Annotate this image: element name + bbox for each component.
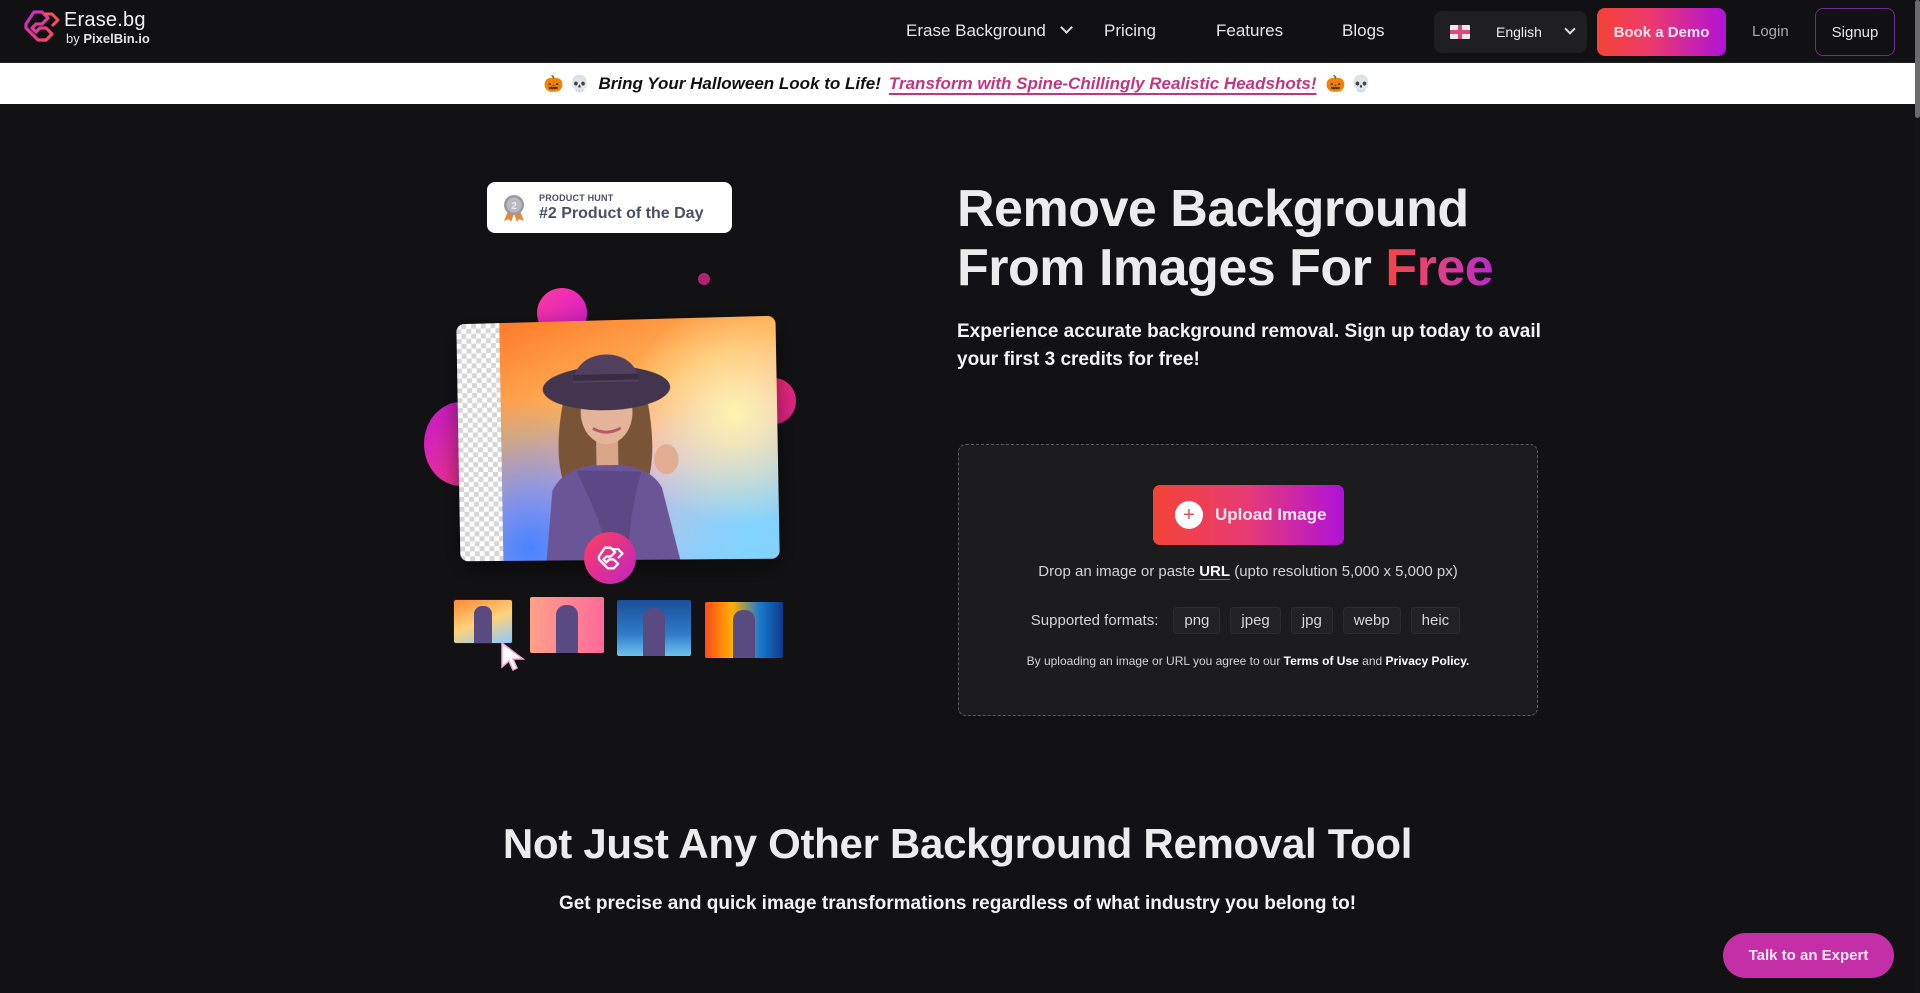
hero-title-line1: Remove Background — [957, 180, 1469, 238]
pumpkin-icon: 🎃 — [543, 75, 564, 93]
plus-icon: + — [1175, 501, 1203, 529]
legal-notice: By uploading an image or URL you agree t… — [1026, 654, 1470, 668]
product-hunt-label: PRODUCT HUNT — [539, 192, 614, 203]
chevron-down-icon — [1564, 23, 1576, 35]
section-subtitle: Get precise and quick image transformati… — [558, 893, 1357, 914]
medal-number: 2 — [511, 201, 517, 212]
background-option-thumbnail[interactable] — [617, 600, 691, 656]
signup-button[interactable]: Signup — [1815, 8, 1895, 56]
product-hunt-badge[interactable]: 2 PRODUCT HUNT #2 Product of the Day — [487, 182, 732, 233]
language-label: English — [1496, 24, 1542, 40]
promo-banner: 🎃 💀 Bring Your Halloween Look to Life! T… — [0, 63, 1915, 104]
nav-features[interactable]: Features — [1216, 21, 1283, 41]
nav-erase-background[interactable]: Erase Background — [906, 21, 1073, 41]
medal-icon: 2 — [504, 194, 524, 222]
product-hunt-rank: #2 Product of the Day — [539, 204, 704, 222]
hero-title-highlight: Free — [1385, 239, 1494, 297]
upload-image-label: Upload Image — [1215, 505, 1327, 524]
cursor-pointer-icon — [501, 641, 526, 671]
logo-subtitle: by PixelBin.io — [66, 31, 150, 46]
format-chip: png — [1173, 607, 1221, 634]
scrollbar-thumb[interactable] — [1915, 0, 1920, 118]
skull-icon: 💀 — [1351, 75, 1372, 93]
section-title: Not Just Any Other Background Removal To… — [502, 820, 1413, 867]
supported-formats: Supported formats: png jpeg jpg webp hei… — [959, 607, 1537, 634]
woman-in-hat-illustration — [542, 353, 681, 561]
hero-title-line2: From Images For — [957, 239, 1386, 297]
hero-subtitle: Experience accurate background removal. … — [957, 321, 1541, 370]
banner-headshots-link[interactable]: Transform with Spine-Chillingly Realisti… — [889, 74, 1317, 94]
hero-demo-image — [456, 315, 780, 562]
format-chip: heic — [1410, 607, 1461, 634]
nav-erase-background-label: Erase Background — [906, 21, 1046, 40]
language-selector[interactable]: English — [1434, 11, 1587, 53]
format-chip: webp — [1342, 607, 1401, 634]
skull-icon: 💀 — [569, 75, 590, 93]
banner-text: Bring Your Halloween Look to Life! — [598, 73, 881, 93]
upload-dropzone[interactable]: + Upload Image Drop an image or paste UR… — [958, 444, 1538, 716]
erase-bg-logo-icon — [597, 546, 624, 570]
drop-instructions: Drop an image or paste URL (upto resolut… — [1038, 563, 1458, 580]
top-navbar: Erase.bg by PixelBin.io Erase Background… — [0, 0, 1915, 63]
background-option-thumbnail[interactable] — [454, 600, 512, 643]
format-chip: jpg — [1290, 607, 1333, 634]
upload-image-button[interactable]: + Upload Image — [1153, 485, 1344, 545]
login-link[interactable]: Login — [1752, 23, 1789, 40]
decor-circle — [698, 273, 710, 285]
format-chip: jpeg — [1230, 607, 1281, 634]
privacy-policy-link[interactable]: Privacy Policy. — [1386, 654, 1470, 668]
chevron-down-icon — [1060, 21, 1073, 34]
page-scrollbar[interactable] — [1915, 0, 1920, 993]
logo-title: Erase.bg — [64, 9, 146, 31]
talk-to-expert-button[interactable]: Talk to an Expert — [1723, 933, 1894, 978]
uk-flag-icon — [1450, 25, 1470, 39]
nav-blogs[interactable]: Blogs — [1342, 21, 1385, 41]
paste-url-link[interactable]: URL — [1199, 563, 1230, 580]
terms-of-use-link[interactable]: Terms of Use — [1284, 654, 1359, 668]
background-option-thumbnail[interactable] — [530, 597, 604, 653]
formats-label: Supported formats: — [1030, 612, 1159, 629]
nav-pricing[interactable]: Pricing — [1104, 21, 1156, 41]
hero-title: Remove Background From Images For Free — [957, 180, 1494, 298]
erase-bg-logo-icon — [24, 10, 60, 42]
pumpkin-icon: 🎃 — [1325, 75, 1346, 93]
book-demo-button[interactable]: Book a Demo — [1597, 8, 1726, 56]
erase-bg-badge-icon — [584, 532, 636, 584]
background-option-thumbnail[interactable] — [705, 602, 783, 658]
logo[interactable]: Erase.bg by PixelBin.io — [22, 9, 150, 46]
